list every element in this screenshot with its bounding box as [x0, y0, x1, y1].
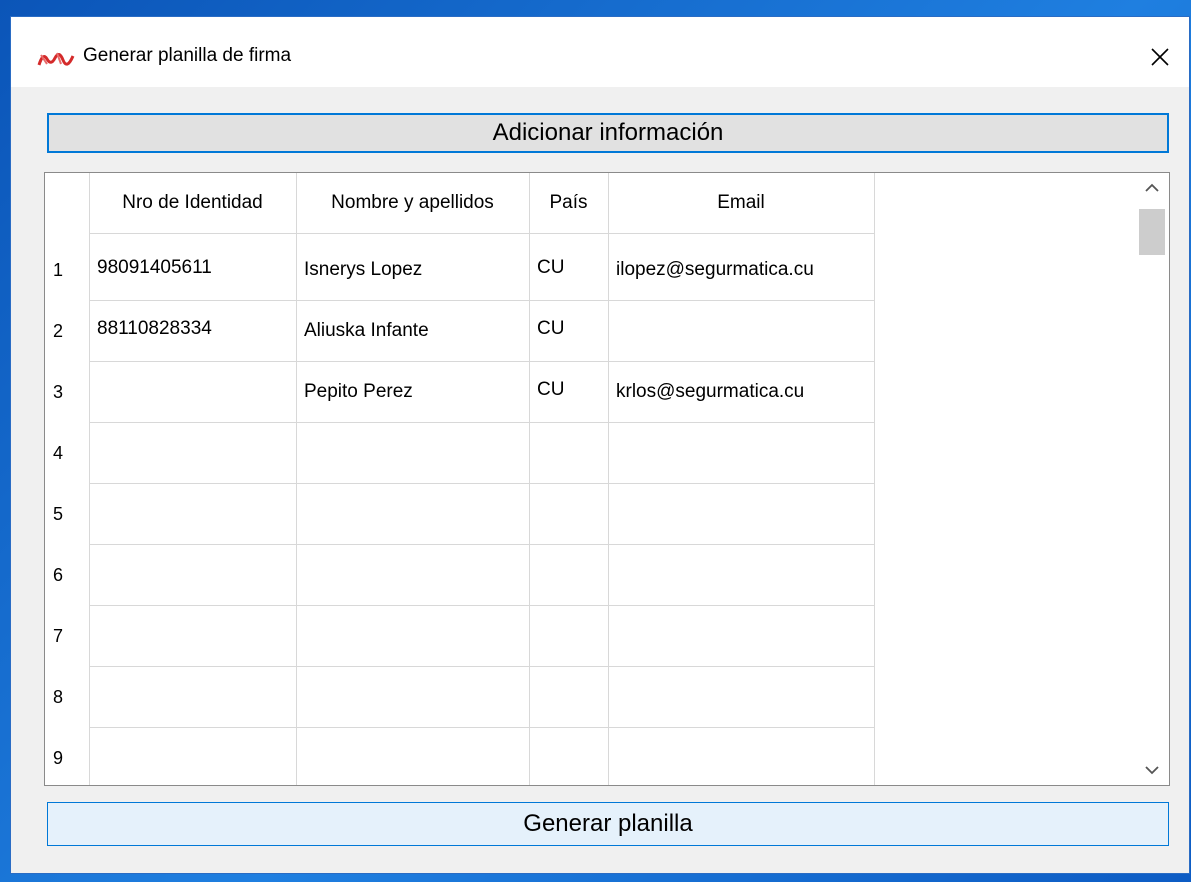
chevron-up-icon	[1145, 183, 1159, 192]
row-number: 5	[53, 504, 64, 524]
app-logo-icon	[37, 52, 75, 66]
cell-email[interactable]: krlos@segurmatica.cu	[608, 381, 804, 403]
cell-country[interactable]: CU	[529, 379, 564, 401]
column-header-email[interactable]: Email	[608, 173, 874, 233]
cell-name[interactable]: Aliuska Infante	[296, 320, 429, 342]
row-number: 3	[53, 382, 64, 402]
grid-line	[89, 361, 874, 362]
scroll-thumb[interactable]	[1139, 209, 1165, 255]
grid-line	[874, 173, 875, 785]
cell-id[interactable]: 98091405611	[89, 257, 212, 279]
window-title: Generar planilla de firma	[83, 45, 292, 66]
row-number: 6	[53, 565, 64, 585]
row-number: 2	[53, 321, 64, 341]
grid-line	[89, 483, 874, 484]
dialog-window: Generar planilla de firma Adicionar info…	[10, 16, 1190, 874]
grid-line	[89, 233, 874, 234]
grid-line	[89, 300, 874, 301]
row-number: 9	[53, 748, 64, 768]
cell-country[interactable]: CU	[529, 257, 564, 279]
title-bar: Generar planilla de firma	[11, 17, 1189, 87]
grid-line	[89, 666, 874, 667]
grid-line	[89, 422, 874, 423]
close-icon	[1151, 48, 1169, 66]
column-header-country[interactable]: País	[529, 173, 608, 233]
generate-button[interactable]: Generar planilla	[47, 802, 1169, 846]
close-button[interactable]	[1131, 33, 1189, 81]
row-number: 1	[53, 260, 64, 280]
cell-name[interactable]: Isnerys Lopez	[296, 259, 422, 281]
column-header-name[interactable]: Nombre y apellidos	[296, 173, 529, 233]
row-number: 7	[53, 626, 64, 646]
column-header-id[interactable]: Nro de Identidad	[89, 173, 296, 233]
add-info-button[interactable]: Adicionar información	[47, 113, 1169, 153]
grid-line	[89, 727, 874, 728]
cell-email[interactable]: ilopez@segurmatica.cu	[608, 259, 814, 281]
vertical-scrollbar[interactable]	[1133, 173, 1169, 785]
row-number: 8	[53, 687, 64, 707]
cell-id[interactable]: 88110828334	[89, 318, 212, 340]
row-number: 4	[53, 443, 64, 463]
chevron-down-icon	[1145, 766, 1159, 775]
scroll-up-button[interactable]	[1141, 177, 1163, 199]
cell-country[interactable]: CU	[529, 318, 564, 340]
cell-name[interactable]: Pepito Perez	[296, 381, 413, 403]
grid-line	[89, 544, 874, 545]
signature-table: Nro de Identidad Nombre y apellidos País…	[44, 172, 1170, 786]
scroll-down-button[interactable]	[1141, 759, 1163, 781]
grid-line	[89, 605, 874, 606]
